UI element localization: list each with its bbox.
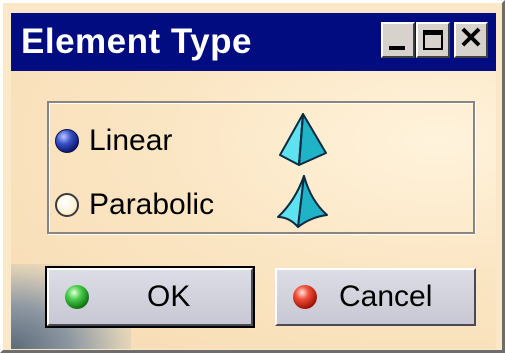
green-ball-icon — [65, 285, 89, 309]
title-bar[interactable]: Element Type ✕ — [11, 13, 496, 71]
option-linear-label: Linear — [89, 124, 173, 157]
parabolic-tetrahedron-icon — [277, 175, 328, 228]
minimize-icon — [389, 46, 405, 50]
close-icon: ✕ — [458, 22, 484, 55]
linear-tetrahedron-icon — [279, 113, 327, 166]
maximize-icon — [423, 30, 443, 50]
cancel-button[interactable]: Cancel — [275, 268, 476, 326]
radio-unselected-icon[interactable] — [55, 193, 79, 217]
option-parabolic[interactable]: Parabolic — [55, 185, 214, 225]
cancel-button-label: Cancel — [339, 280, 433, 313]
element-type-group: Linear Parabolic — [47, 101, 475, 234]
option-linear[interactable]: Linear — [55, 121, 172, 161]
option-parabolic-label: Parabolic — [89, 188, 215, 221]
element-type-dialog: Element Type ✕ Linear Parabolic OK Cance… — [0, 0, 505, 353]
close-button[interactable]: ✕ — [454, 22, 488, 58]
radio-selected-icon[interactable] — [55, 129, 79, 153]
window-title: Element Type — [21, 22, 252, 61]
maximize-button[interactable] — [416, 22, 450, 58]
red-ball-icon — [293, 285, 317, 309]
dialog-body: Linear Parabolic OK Cancel — [11, 71, 496, 349]
minimize-button[interactable] — [381, 22, 415, 58]
ok-button-label: OK — [147, 280, 191, 313]
ok-button[interactable]: OK — [45, 266, 255, 328]
